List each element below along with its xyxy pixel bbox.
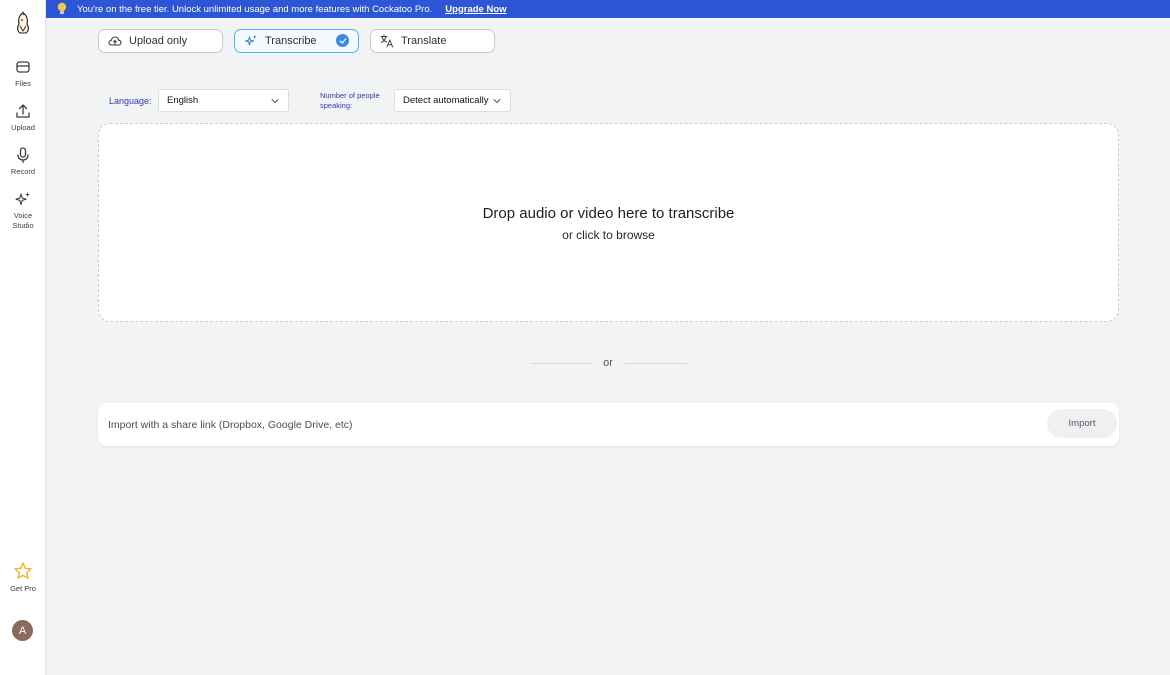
sidebar-item-label: Files — [15, 79, 31, 88]
divider-line-left — [531, 363, 593, 364]
sparkles-icon — [245, 35, 257, 46]
sidebar-item-voice-studio[interactable]: Voice Studio — [0, 190, 46, 231]
star-icon — [14, 562, 32, 579]
language-label: Language: — [109, 96, 152, 106]
sidebar-item-label: Voice Studio — [12, 211, 34, 230]
mode-label: Translate — [401, 35, 447, 47]
sidebar: Files Upload Record Voice Studio Get Pro… — [0, 0, 46, 675]
sidebar-item-label: Record — [10, 167, 36, 176]
mode-transcribe-button[interactable]: Transcribe — [234, 29, 359, 53]
speakers-label: Number of people speaking: — [320, 91, 380, 110]
import-button[interactable]: Import — [1047, 409, 1117, 438]
share-link-input[interactable] — [108, 403, 1008, 446]
or-divider-text: or — [603, 357, 613, 369]
banner-text: You're on the free tier. Unlock unlimite… — [77, 3, 433, 15]
sidebar-item-record[interactable]: Record — [0, 146, 46, 177]
chevron-down-icon — [271, 99, 279, 104]
mode-upload-only-button[interactable]: Upload only — [98, 29, 223, 53]
folder-icon — [16, 61, 30, 73]
language-value: English — [167, 95, 199, 106]
mode-translate-button[interactable]: Translate — [370, 29, 495, 53]
microphone-icon — [17, 147, 29, 164]
speakers-select[interactable]: Detect automatically — [394, 89, 511, 112]
upload-icon — [16, 104, 30, 118]
speakers-value: Detect automatically — [403, 95, 489, 106]
divider-line-right — [625, 363, 687, 364]
import-link-bar: Import — [98, 403, 1119, 446]
mode-label: Transcribe — [265, 35, 317, 47]
drop-zone-title: Drop audio or video here to transcribe — [482, 205, 735, 222]
avatar[interactable]: A — [12, 620, 33, 641]
get-pro-button[interactable]: Get Pro — [0, 561, 46, 594]
sidebar-item-upload[interactable]: Upload — [0, 102, 46, 133]
sparkles-icon — [15, 192, 30, 206]
upgrade-now-link[interactable]: Upgrade Now — [445, 4, 506, 15]
lightbulb-icon — [57, 2, 67, 14]
sidebar-item-label: Upload — [11, 123, 35, 132]
check-icon — [336, 34, 349, 47]
upgrade-banner: You're on the free tier. Unlock unlimite… — [46, 0, 1170, 18]
language-select[interactable]: English — [158, 89, 289, 112]
get-pro-label: Get Pro — [10, 584, 36, 593]
drop-zone-subtitle: or click to browse — [562, 228, 655, 242]
cockatoo-logo[interactable] — [12, 11, 34, 35]
translate-icon — [380, 34, 394, 48]
chevron-down-icon — [493, 99, 501, 104]
mode-label: Upload only — [129, 35, 188, 47]
sidebar-item-files[interactable]: Files — [0, 58, 46, 89]
file-drop-zone[interactable]: Drop audio or video here to transcribe o… — [98, 123, 1119, 322]
cloud-upload-icon — [108, 36, 122, 46]
